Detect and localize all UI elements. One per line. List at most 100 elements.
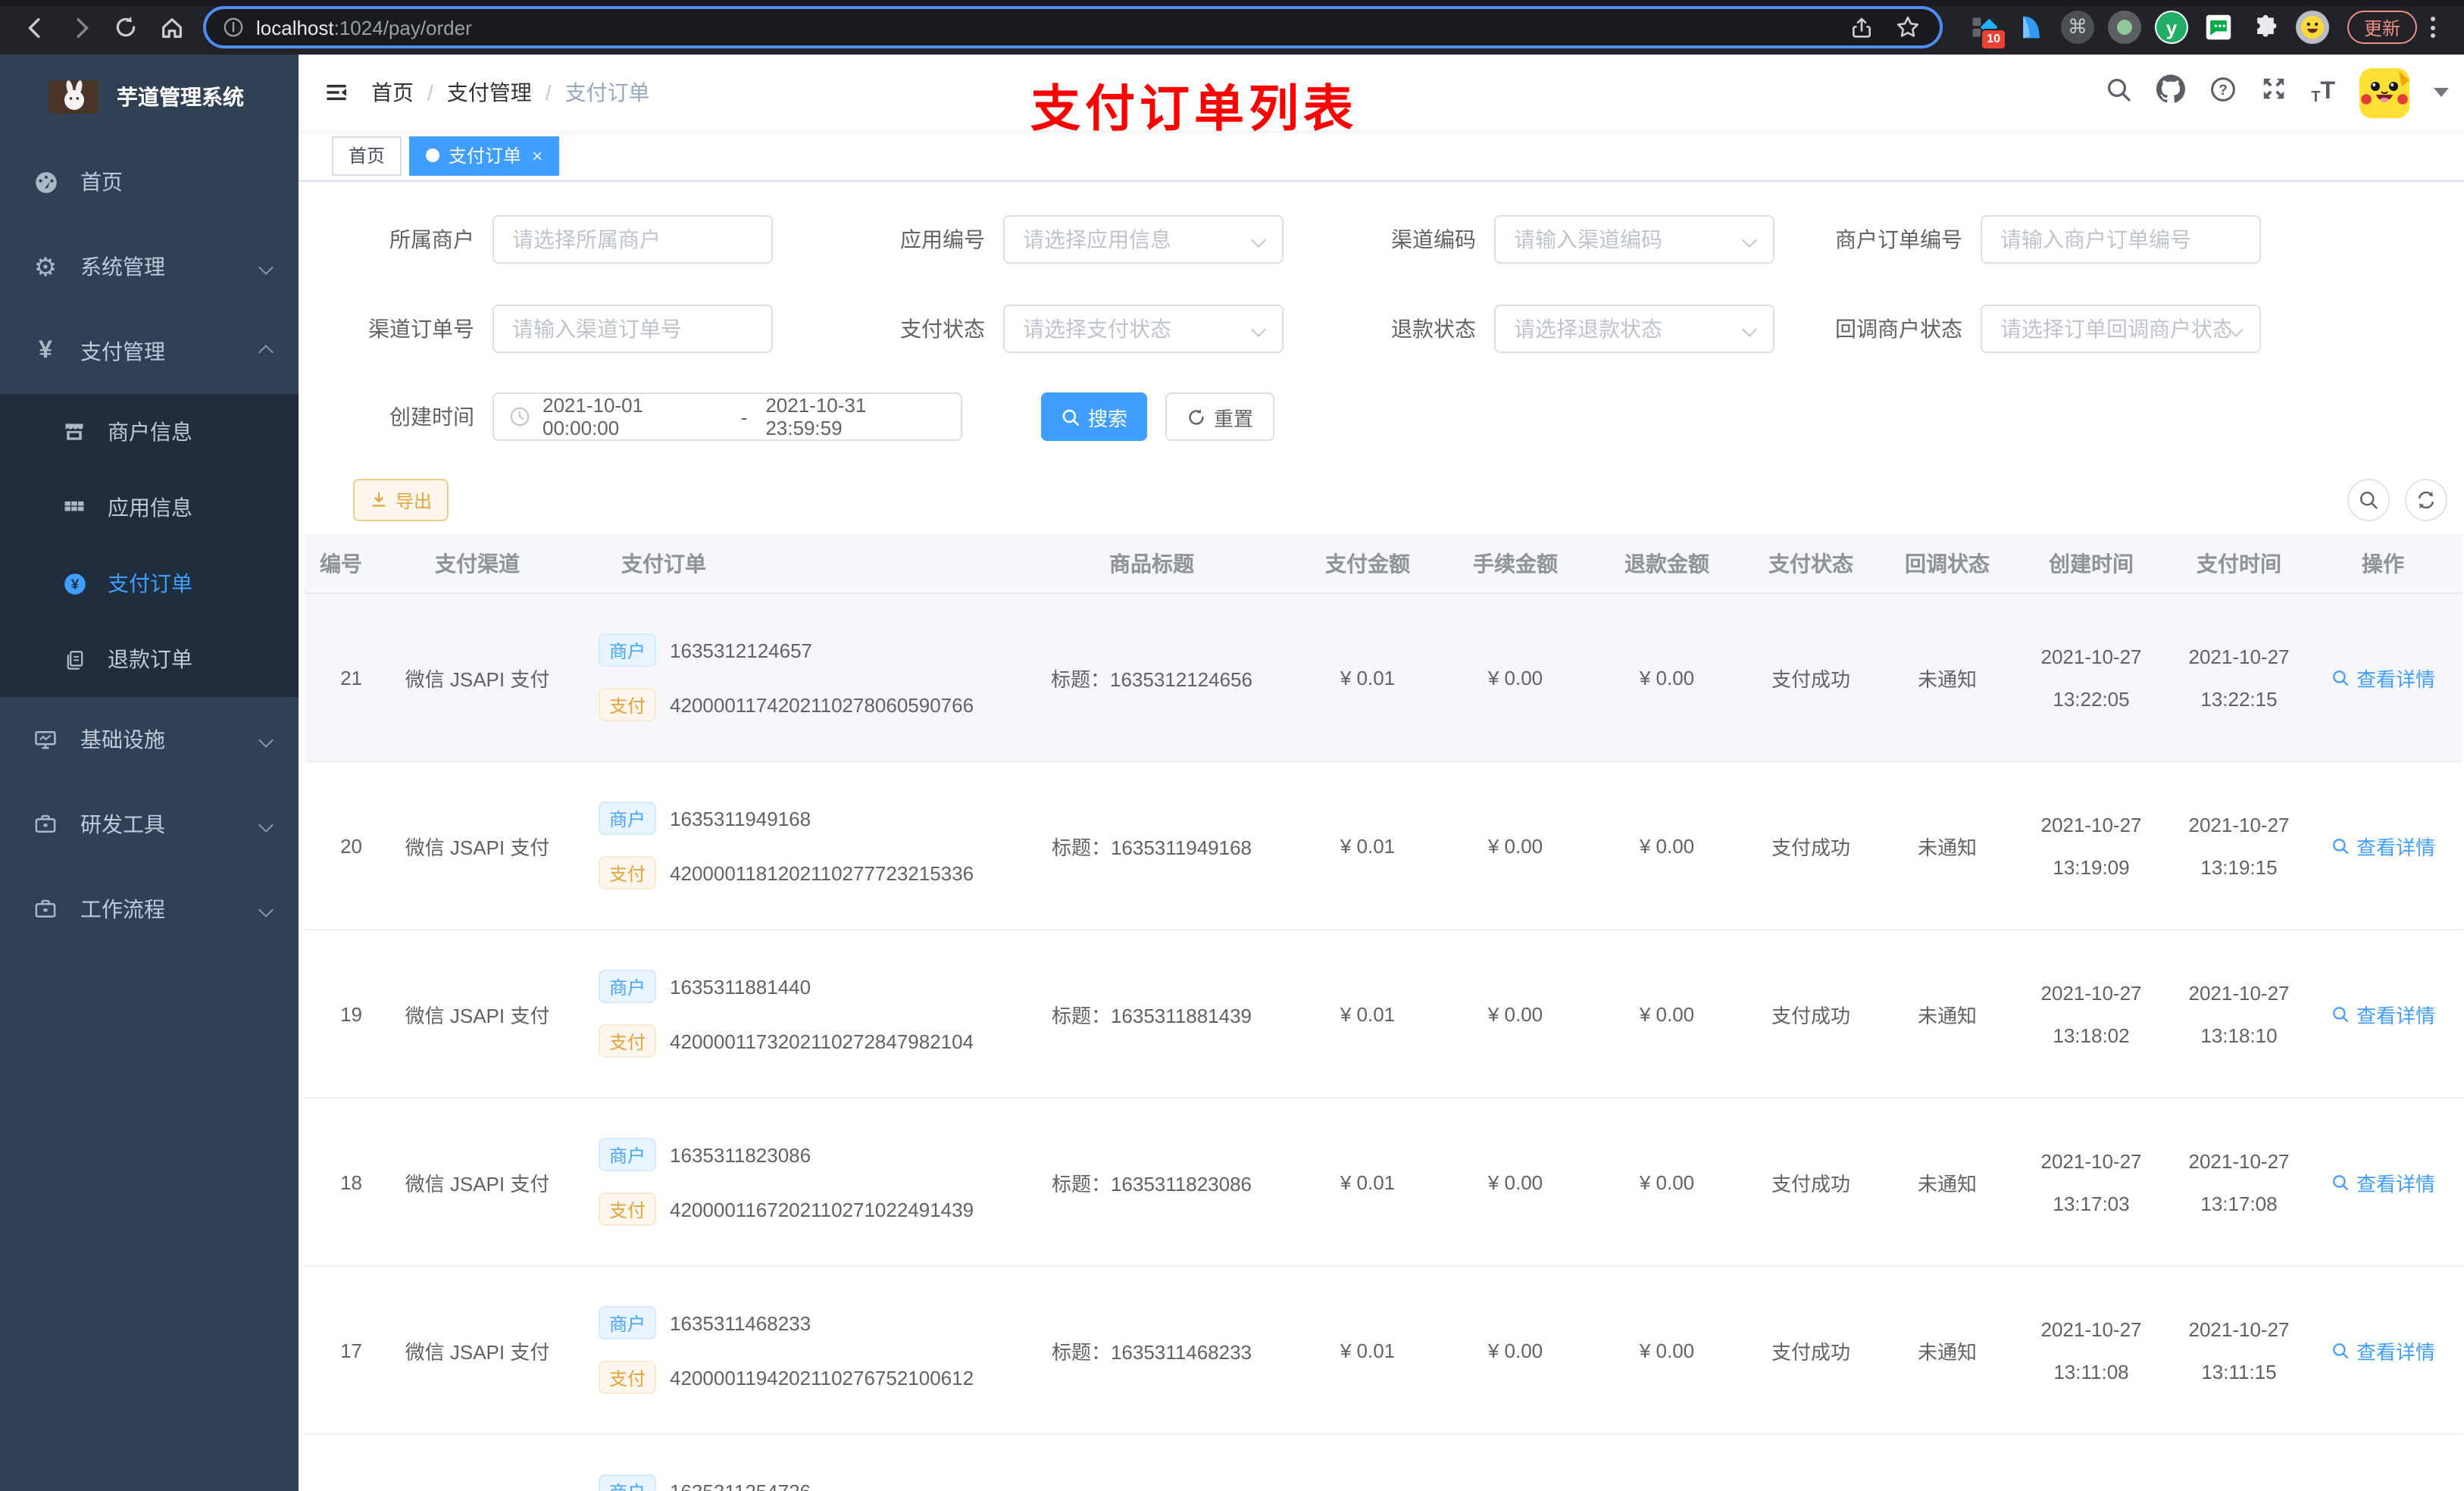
site-info-icon[interactable] <box>223 17 244 38</box>
refund-amount-cell: ¥ 0.00 <box>1639 1002 1695 1025</box>
sidebar-item-pay[interactable]: ¥ 支付管理 <box>0 309 299 394</box>
sidebar-item-refund-order[interactable]: 退款订单 <box>0 621 299 697</box>
github-icon[interactable] <box>2156 74 2186 111</box>
pay-order-cell: 商户 1635311949168 支付 42000011812021102777… <box>583 802 1008 889</box>
col-create-time: 创建时间 <box>2049 551 2134 575</box>
sidebar-item-label: 工作流程 <box>80 897 165 921</box>
hamburger-icon[interactable] <box>299 79 371 106</box>
search-icon <box>2359 491 2378 509</box>
reload-icon[interactable] <box>103 5 149 50</box>
download-icon <box>372 492 386 507</box>
filter-label: 支付状态 <box>900 317 985 341</box>
reset-button[interactable]: 重置 <box>1165 392 1275 441</box>
address-bar[interactable]: localhost:1024/pay/order <box>203 6 1943 48</box>
product-title-cell: 标题：1635312124656 <box>1051 667 1252 690</box>
channel-order-no-input[interactable]: 请输入渠道订单号 <box>492 305 773 353</box>
table-row: 商户 1635311254726 支付 查看详情 <box>305 1435 2462 1491</box>
chevron-down-icon <box>1742 232 1757 247</box>
app-id-select[interactable]: 请选择应用信息 <box>1003 215 1284 264</box>
pay-amount-cell: ¥ 0.01 <box>1340 834 1396 857</box>
active-dot <box>426 148 440 162</box>
avatar-caret-icon[interactable] <box>2434 88 2449 97</box>
date-end: 2021-10-31 23:59:59 <box>765 394 867 439</box>
extension-vue-icon[interactable]: 10 <box>1964 8 2006 50</box>
sidebar-item-home[interactable]: 首页 <box>0 139 299 224</box>
view-detail-link[interactable]: 查看详情 <box>2331 663 2435 692</box>
table-body: 21 微信 JSAPI 支付 商户 1635312124657 支付 42000… <box>305 594 2462 1491</box>
notify-status-select[interactable]: 请选择订单回调商户状态 <box>1981 305 2261 353</box>
forward-icon[interactable] <box>58 5 103 50</box>
profile-avatar-icon[interactable] <box>2293 8 2332 47</box>
home-icon[interactable] <box>149 5 194 50</box>
view-detail-link[interactable]: 查看详情 <box>2331 1336 2435 1364</box>
help-icon[interactable]: ? <box>2209 75 2237 110</box>
export-button[interactable]: 导出 <box>353 479 449 521</box>
channel-code-select[interactable]: 请输入渠道编码 <box>1494 215 1775 264</box>
pay-status-select[interactable]: 请选择支付状态 <box>1003 305 1284 353</box>
tab-home[interactable]: 首页 <box>332 136 402 175</box>
sidebar-logo[interactable]: 芋道管理系统 <box>0 55 299 139</box>
extension-record-icon[interactable] <box>2105 8 2144 47</box>
extension-chat-icon[interactable] <box>2199 8 2238 47</box>
sidebar-item-label: 研发工具 <box>80 812 165 836</box>
product-title-cell: 标题：1635311823086 <box>1051 1172 1252 1195</box>
filter-merchant-order-no: 商户订单编号 请输入商户订单编号 <box>1806 215 2261 264</box>
sidebar: 芋道管理系统 首页 ⚙ 系统管理 ¥ 支付管理 商户信息 应用信息 ¥ 支付订单… <box>0 55 299 1491</box>
search-button[interactable]: 搜索 <box>1041 392 1148 441</box>
view-detail-link[interactable]: 查看详情 <box>2331 999 2435 1028</box>
tab-close-icon[interactable]: × <box>532 145 543 166</box>
col-refund: 退款金额 <box>1624 551 1709 575</box>
sidebar-item-app-info[interactable]: 应用信息 <box>0 470 299 545</box>
view-detail-link[interactable]: 查看详情 <box>2331 831 2435 860</box>
extension-y-icon[interactable]: y <box>2152 8 2191 47</box>
document-copy-icon <box>61 648 88 670</box>
fee-amount-cell: ¥ 0.00 <box>1487 1002 1543 1025</box>
app-title: 芋道管理系统 <box>117 85 244 109</box>
back-icon[interactable] <box>12 5 58 50</box>
browser-update-button[interactable]: 更新 <box>2347 11 2418 44</box>
refund-status-select[interactable]: 请选择退款状态 <box>1494 305 1775 353</box>
merchant-tag: 商户 <box>599 1138 657 1171</box>
pay-tag: 支付 <box>599 1024 657 1058</box>
pay-status-cell: 支付成功 <box>1771 1172 1850 1195</box>
create-time-cell: 2021-10-27 13:19:09 <box>2040 813 2142 878</box>
search-icon[interactable] <box>2105 75 2132 110</box>
merchant-order-no-input[interactable]: 请输入商户订单编号 <box>1981 215 2261 264</box>
share-icon[interactable] <box>1850 16 1873 39</box>
pay-channel-cell: 微信 JSAPI 支付 <box>405 667 550 690</box>
refresh-icon <box>1189 408 1204 424</box>
fullscreen-icon[interactable] <box>2261 76 2287 109</box>
actions-cell: 查看详情 <box>2311 663 2455 692</box>
pay-status-cell: 支付成功 <box>1771 1004 1850 1027</box>
sidebar-item-pay-order[interactable]: ¥ 支付订单 <box>0 545 299 621</box>
breadcrumb-pay[interactable]: 支付管理 <box>447 77 532 108</box>
sidebar-item-workflow[interactable]: 工作流程 <box>0 867 299 952</box>
notify-status-cell: 未通知 <box>1917 1340 1977 1363</box>
sidebar-item-merchant-info[interactable]: 商户信息 <box>0 394 299 470</box>
font-size-icon[interactable]: TT <box>2311 79 2335 106</box>
tab-pay-order[interactable]: 支付订单 × <box>409 136 560 175</box>
toggle-search-button[interactable] <box>2347 479 2390 521</box>
magnifier-icon <box>2333 1174 2349 1190</box>
refresh-table-button[interactable] <box>2405 479 2447 521</box>
filter-notify-status: 回调商户状态 请选择订单回调商户状态 <box>1806 305 2261 353</box>
notify-status-cell: 未通知 <box>1917 836 1977 858</box>
user-avatar[interactable] <box>2359 67 2409 117</box>
extension-sketch-icon[interactable] <box>2011 8 2050 47</box>
chevron-down-icon <box>258 902 274 917</box>
extension-command-icon[interactable]: ⌘ <box>2058 8 2097 47</box>
merchant-input[interactable]: 请选择所属商户 <box>492 215 773 264</box>
breadcrumb-home[interactable]: 首页 <box>371 77 414 108</box>
svg-text:?: ? <box>2219 82 2228 98</box>
pay-time-cell: 2021-10-27 13:11:15 <box>2188 1318 2290 1383</box>
sidebar-item-infra[interactable]: 基础设施 <box>0 697 299 782</box>
extensions-puzzle-icon[interactable] <box>2246 8 2285 47</box>
create-time-cell: 2021-10-27 13:17:03 <box>2040 1149 2142 1214</box>
browser-menu-icon[interactable] <box>2431 17 2436 38</box>
bookmark-star-icon[interactable] <box>1896 15 1920 39</box>
sidebar-item-system[interactable]: ⚙ 系统管理 <box>0 224 299 309</box>
date-range-input[interactable]: 2021-10-01 00:00:00 - 2021-10-31 23:59:5… <box>492 392 962 441</box>
sidebar-item-devtools[interactable]: 研发工具 <box>0 782 299 867</box>
view-detail-link[interactable]: 查看详情 <box>2331 1167 2435 1196</box>
pay-tag: 支付 <box>599 1361 657 1394</box>
